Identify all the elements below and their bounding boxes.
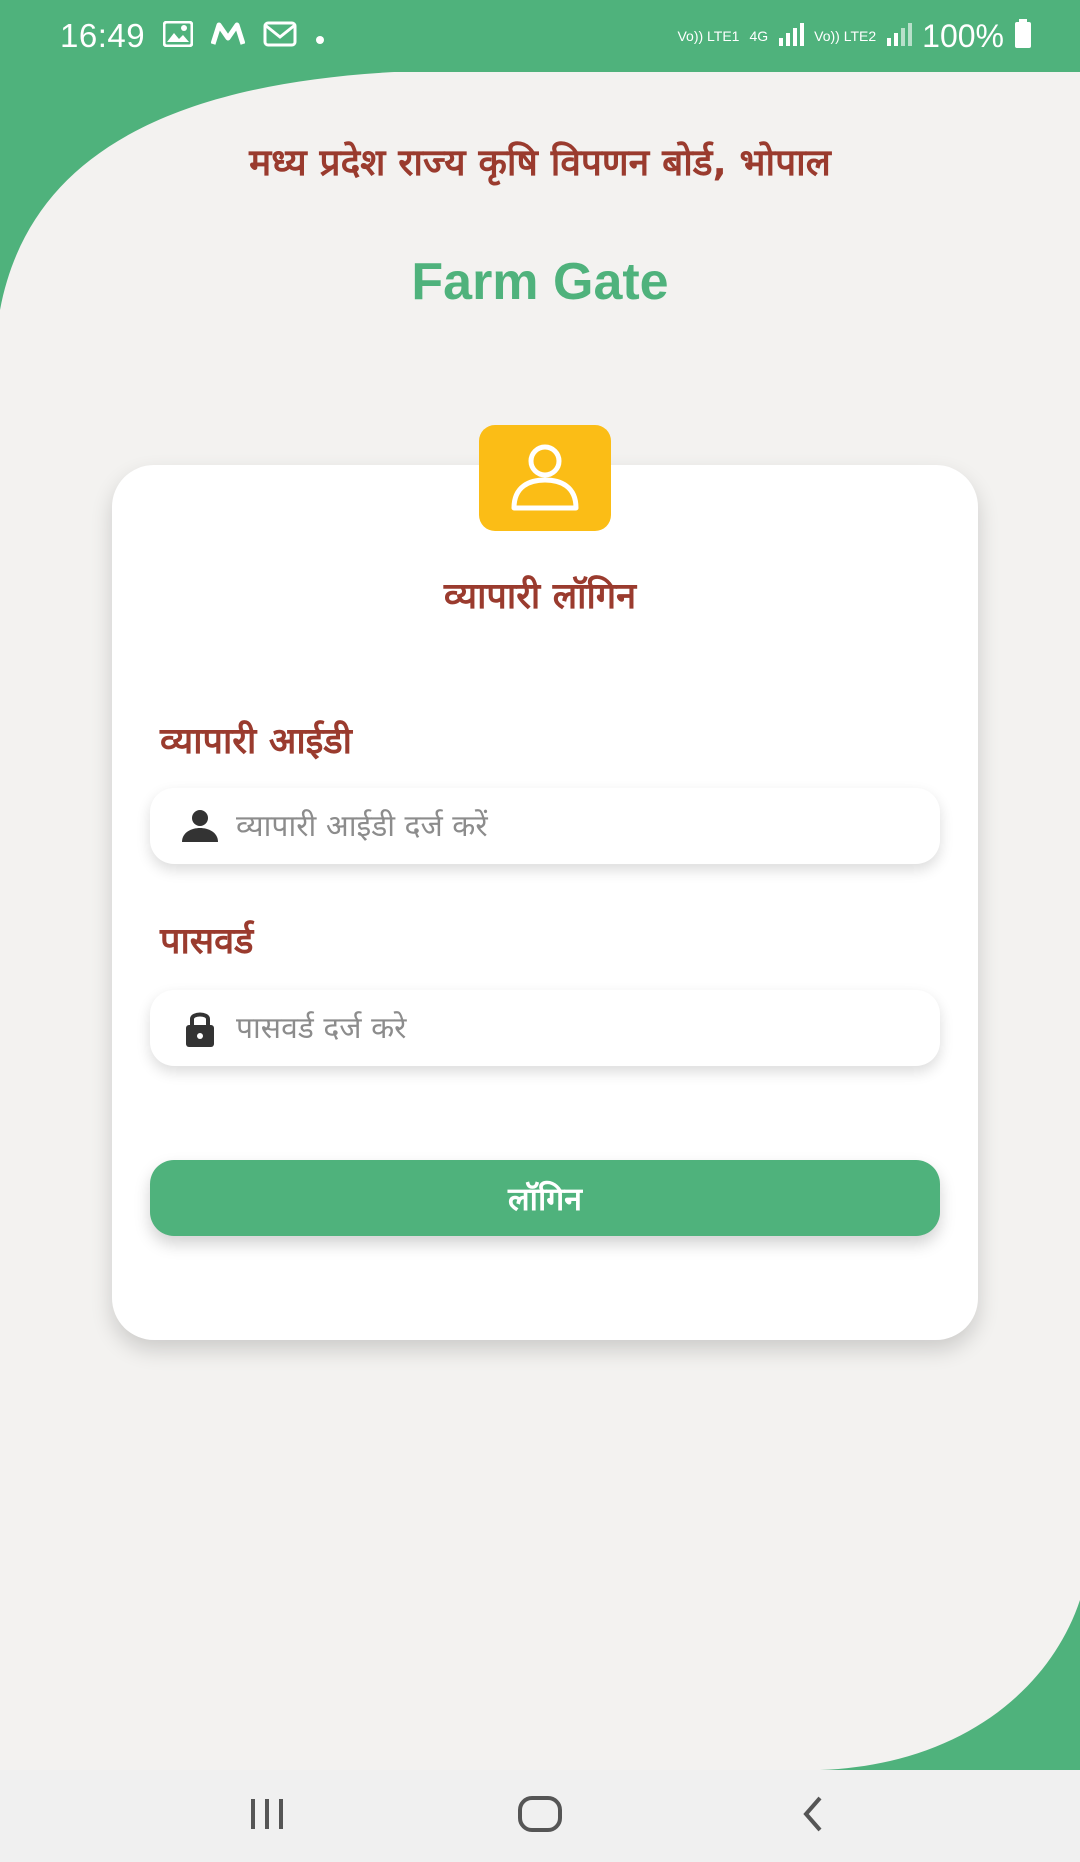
board-title: मध्य प्रदेश राज्य कृषि विपणन बोर्ड, भोपा… <box>249 141 831 184</box>
recents-button[interactable] <box>222 1781 312 1851</box>
sim2-volte-label: Vo)) LTE2 <box>814 28 877 44</box>
m-app-icon <box>210 22 246 50</box>
recents-icon <box>247 1797 287 1835</box>
status-bar: 16:49 Vo)) LTE1 4G Vo)) LTE2 100% <box>0 0 1080 72</box>
signal-icon-2 <box>886 22 913 51</box>
password-input[interactable] <box>236 1010 940 1046</box>
status-time: 16:49 <box>60 17 146 54</box>
home-button[interactable] <box>495 1781 585 1851</box>
signal-icon <box>778 22 805 51</box>
password-field[interactable] <box>150 990 940 1066</box>
gmail-icon <box>263 21 297 51</box>
password-label: पासवर्ड <box>160 921 254 962</box>
login-button[interactable]: लॉगिन <box>150 1160 940 1236</box>
user-id-label: व्यापारी आईडी <box>160 721 352 762</box>
login-title: व्यापारी लॉगिन <box>443 576 637 617</box>
user-id-input[interactable] <box>236 808 940 844</box>
battery-icon <box>1014 18 1032 54</box>
user-outline-icon <box>500 436 590 520</box>
sim1-volte-label: Vo)) LTE1 <box>677 28 740 44</box>
home-icon <box>516 1794 564 1838</box>
back-icon <box>798 1794 828 1838</box>
user-badge <box>479 425 611 531</box>
gallery-icon <box>162 20 194 51</box>
status-right: Vo)) LTE1 4G Vo)) LTE2 100% <box>677 18 1032 55</box>
navigation-bar <box>0 1770 1080 1862</box>
status-left: 16:49 <box>60 17 325 55</box>
notification-dot-icon <box>315 23 325 49</box>
app-title: Farm Gate <box>411 253 669 311</box>
network-4g-label: 4G <box>749 28 769 44</box>
person-icon <box>178 804 222 848</box>
lock-icon <box>178 1006 222 1050</box>
user-id-field[interactable] <box>150 788 940 864</box>
back-button[interactable] <box>768 1781 858 1851</box>
battery-percent: 100% <box>922 17 1004 54</box>
